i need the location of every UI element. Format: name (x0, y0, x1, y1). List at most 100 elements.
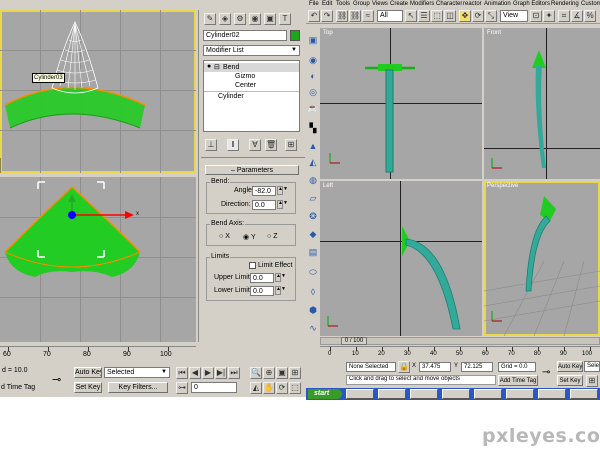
gengon-icon[interactable]: ⬢ (307, 304, 319, 316)
stack-item-gizmo[interactable]: Gizmo (235, 73, 255, 80)
menu-create[interactable]: Create (390, 0, 408, 8)
key-filters-button[interactable]: Key Filters... (108, 382, 168, 393)
x-coordinate[interactable]: 37.475 (419, 362, 451, 372)
pivot-icon[interactable]: ⊡ (530, 10, 542, 22)
remove-modifier-icon[interactable]: 🗑 (265, 139, 277, 151)
zoom-icon[interactable]: 🔍 (250, 367, 262, 379)
taskbar-item[interactable] (442, 389, 470, 399)
move-icon[interactable]: ✥ (459, 10, 471, 22)
bind-space-warp-icon[interactable]: ≈ (362, 10, 374, 22)
angle-input[interactable]: -82.0 (252, 186, 276, 196)
select-by-name-icon[interactable]: ☰ (418, 10, 430, 22)
lower-limit-input[interactable]: 0.0 (250, 286, 274, 296)
motion-tab-icon[interactable]: ◉ (249, 13, 261, 25)
orbit-icon[interactable]: ⟳ (276, 382, 288, 394)
rect-select-icon[interactable]: ⬚ (431, 10, 443, 22)
display-tab-icon[interactable]: ▣ (264, 13, 276, 25)
unlink-icon[interactable]: ⛓ (349, 10, 361, 22)
add-time-tag-button[interactable]: Add Time Tag (498, 375, 538, 386)
redo-icon[interactable]: ↷ (321, 10, 333, 22)
menu-views[interactable]: Views (372, 0, 388, 8)
prev-frame-icon[interactable]: ◀ (189, 367, 201, 379)
menu-edit[interactable]: Edit (322, 0, 332, 8)
make-unique-icon[interactable]: ∀ (249, 139, 261, 151)
upper-limit-input[interactable]: 0.0 (250, 273, 274, 283)
play-icon[interactable]: ▶ (202, 367, 214, 379)
menu-animation[interactable]: Animation (484, 0, 511, 8)
parameters-rollout-header[interactable]: – Parameters (205, 165, 299, 175)
direction-input[interactable]: 0.0 (252, 200, 276, 210)
zoom-all-icon[interactable]: ⊕ (263, 367, 275, 379)
sphere-icon[interactable]: ◉ (307, 54, 319, 66)
time-slider-thumb[interactable]: 0 / 100 (341, 337, 367, 345)
reference-coord-dropdown[interactable]: View (500, 10, 528, 22)
object-color-swatch[interactable] (290, 30, 300, 41)
upper-limit-spinner[interactable]: ▲▼ (275, 273, 286, 282)
menu-modifiers[interactable]: Modifiers (410, 0, 434, 8)
selected-dropdown[interactable]: Selected (584, 361, 600, 372)
cone-icon[interactable]: ▲ (307, 140, 319, 152)
geosphere-icon[interactable]: ❂ (307, 210, 319, 222)
hose-icon[interactable]: ∿ (307, 322, 319, 334)
tube-icon[interactable]: ◍ (307, 174, 319, 186)
spindle-icon[interactable]: ◊ (307, 286, 319, 298)
capsule-icon[interactable]: ⬭ (307, 266, 319, 278)
key-filters-icon[interactable]: ⊞ (586, 375, 598, 387)
maximize-icon[interactable]: ⬚ (289, 382, 301, 394)
go-to-start-icon[interactable]: ⏮ (176, 367, 188, 379)
limit-effect-checkbox[interactable] (249, 262, 256, 269)
set-key-button[interactable]: Set Key (74, 382, 102, 393)
radio-y[interactable]: ◉ Y (243, 233, 256, 241)
next-frame-icon[interactable]: ▶| (215, 367, 227, 379)
stack-item-bend[interactable]: ● ⊟ Bend (204, 63, 299, 72)
rotate-icon[interactable]: ⟳ (472, 10, 484, 22)
frame-field[interactable]: 0 (191, 382, 237, 393)
box-icon[interactable]: ▣ (307, 34, 319, 46)
taskbar-item[interactable] (570, 389, 598, 399)
zoom-extents-icon[interactable]: ▣ (276, 367, 288, 379)
selection-filter-dropdown[interactable]: All (377, 10, 403, 22)
time-slider[interactable]: 0 / 100 (320, 337, 600, 345)
plane-icon[interactable]: ▱ (307, 192, 319, 204)
teapot-icon[interactable]: ☕ (307, 102, 319, 114)
torus-icon[interactable]: ◎ (307, 86, 319, 98)
menu-reactor[interactable]: reactor (463, 0, 482, 8)
configure-sets-icon[interactable]: ⊞ (285, 139, 297, 151)
key-mode-icon[interactable]: ⊶ (176, 382, 188, 394)
zoom-extents-all-icon[interactable]: ⊞ (289, 367, 301, 379)
selected-dropdown[interactable]: Selected ▼ (104, 367, 170, 378)
auto-key-button[interactable]: Auto Key (74, 367, 102, 378)
link-icon[interactable]: ⛓ (336, 10, 348, 22)
menu-graph-editors[interactable]: Graph Editors (513, 0, 550, 8)
menu-group[interactable]: Group (353, 0, 370, 8)
chamfer-box-icon[interactable]: ▤ (307, 246, 319, 258)
start-button[interactable]: start (308, 389, 342, 399)
percent-snap-icon[interactable]: % (584, 10, 596, 22)
select-icon[interactable]: ↖ (405, 10, 417, 22)
timeline-left[interactable]: 60 70 80 90 100 (0, 346, 196, 364)
viewport-left[interactable]: Left (320, 181, 482, 336)
utilities-tab-icon[interactable]: T (279, 13, 291, 25)
y-coordinate[interactable]: 72.125 (461, 362, 493, 372)
viewport-perspective[interactable]: Perspective (484, 181, 600, 336)
direction-spinner[interactable]: ▲▼ (277, 200, 288, 209)
taskbar-item[interactable] (378, 389, 406, 399)
pan-icon[interactable]: ✋ (263, 382, 275, 394)
show-end-result-icon[interactable]: ‖ (227, 139, 239, 151)
select-manipulate-icon[interactable]: ✦ (543, 10, 555, 22)
taskbar-item[interactable] (410, 389, 438, 399)
window-crossing-icon[interactable]: ◫ (444, 10, 456, 22)
fov-icon[interactable]: ◭ (250, 382, 262, 394)
menu-customize[interactable]: Customize (581, 0, 600, 8)
taskbar-item[interactable] (538, 389, 566, 399)
viewport-bottom-left[interactable]: x (0, 177, 196, 342)
lower-limit-spinner[interactable]: ▲▼ (275, 286, 286, 295)
pin-stack-icon[interactable]: ⊥ (205, 139, 217, 151)
checker-icon[interactable]: ▚ (307, 122, 319, 134)
lock-selection-icon[interactable]: 🔒 (398, 361, 410, 373)
auto-key-button[interactable]: Auto Key (557, 361, 583, 372)
viewport-front[interactable]: Front (484, 28, 600, 179)
hierarchy-tab-icon[interactable]: ⚙ (234, 13, 246, 25)
pyramid-icon[interactable]: ◭ (307, 156, 319, 168)
menu-file[interactable]: File (309, 0, 319, 8)
